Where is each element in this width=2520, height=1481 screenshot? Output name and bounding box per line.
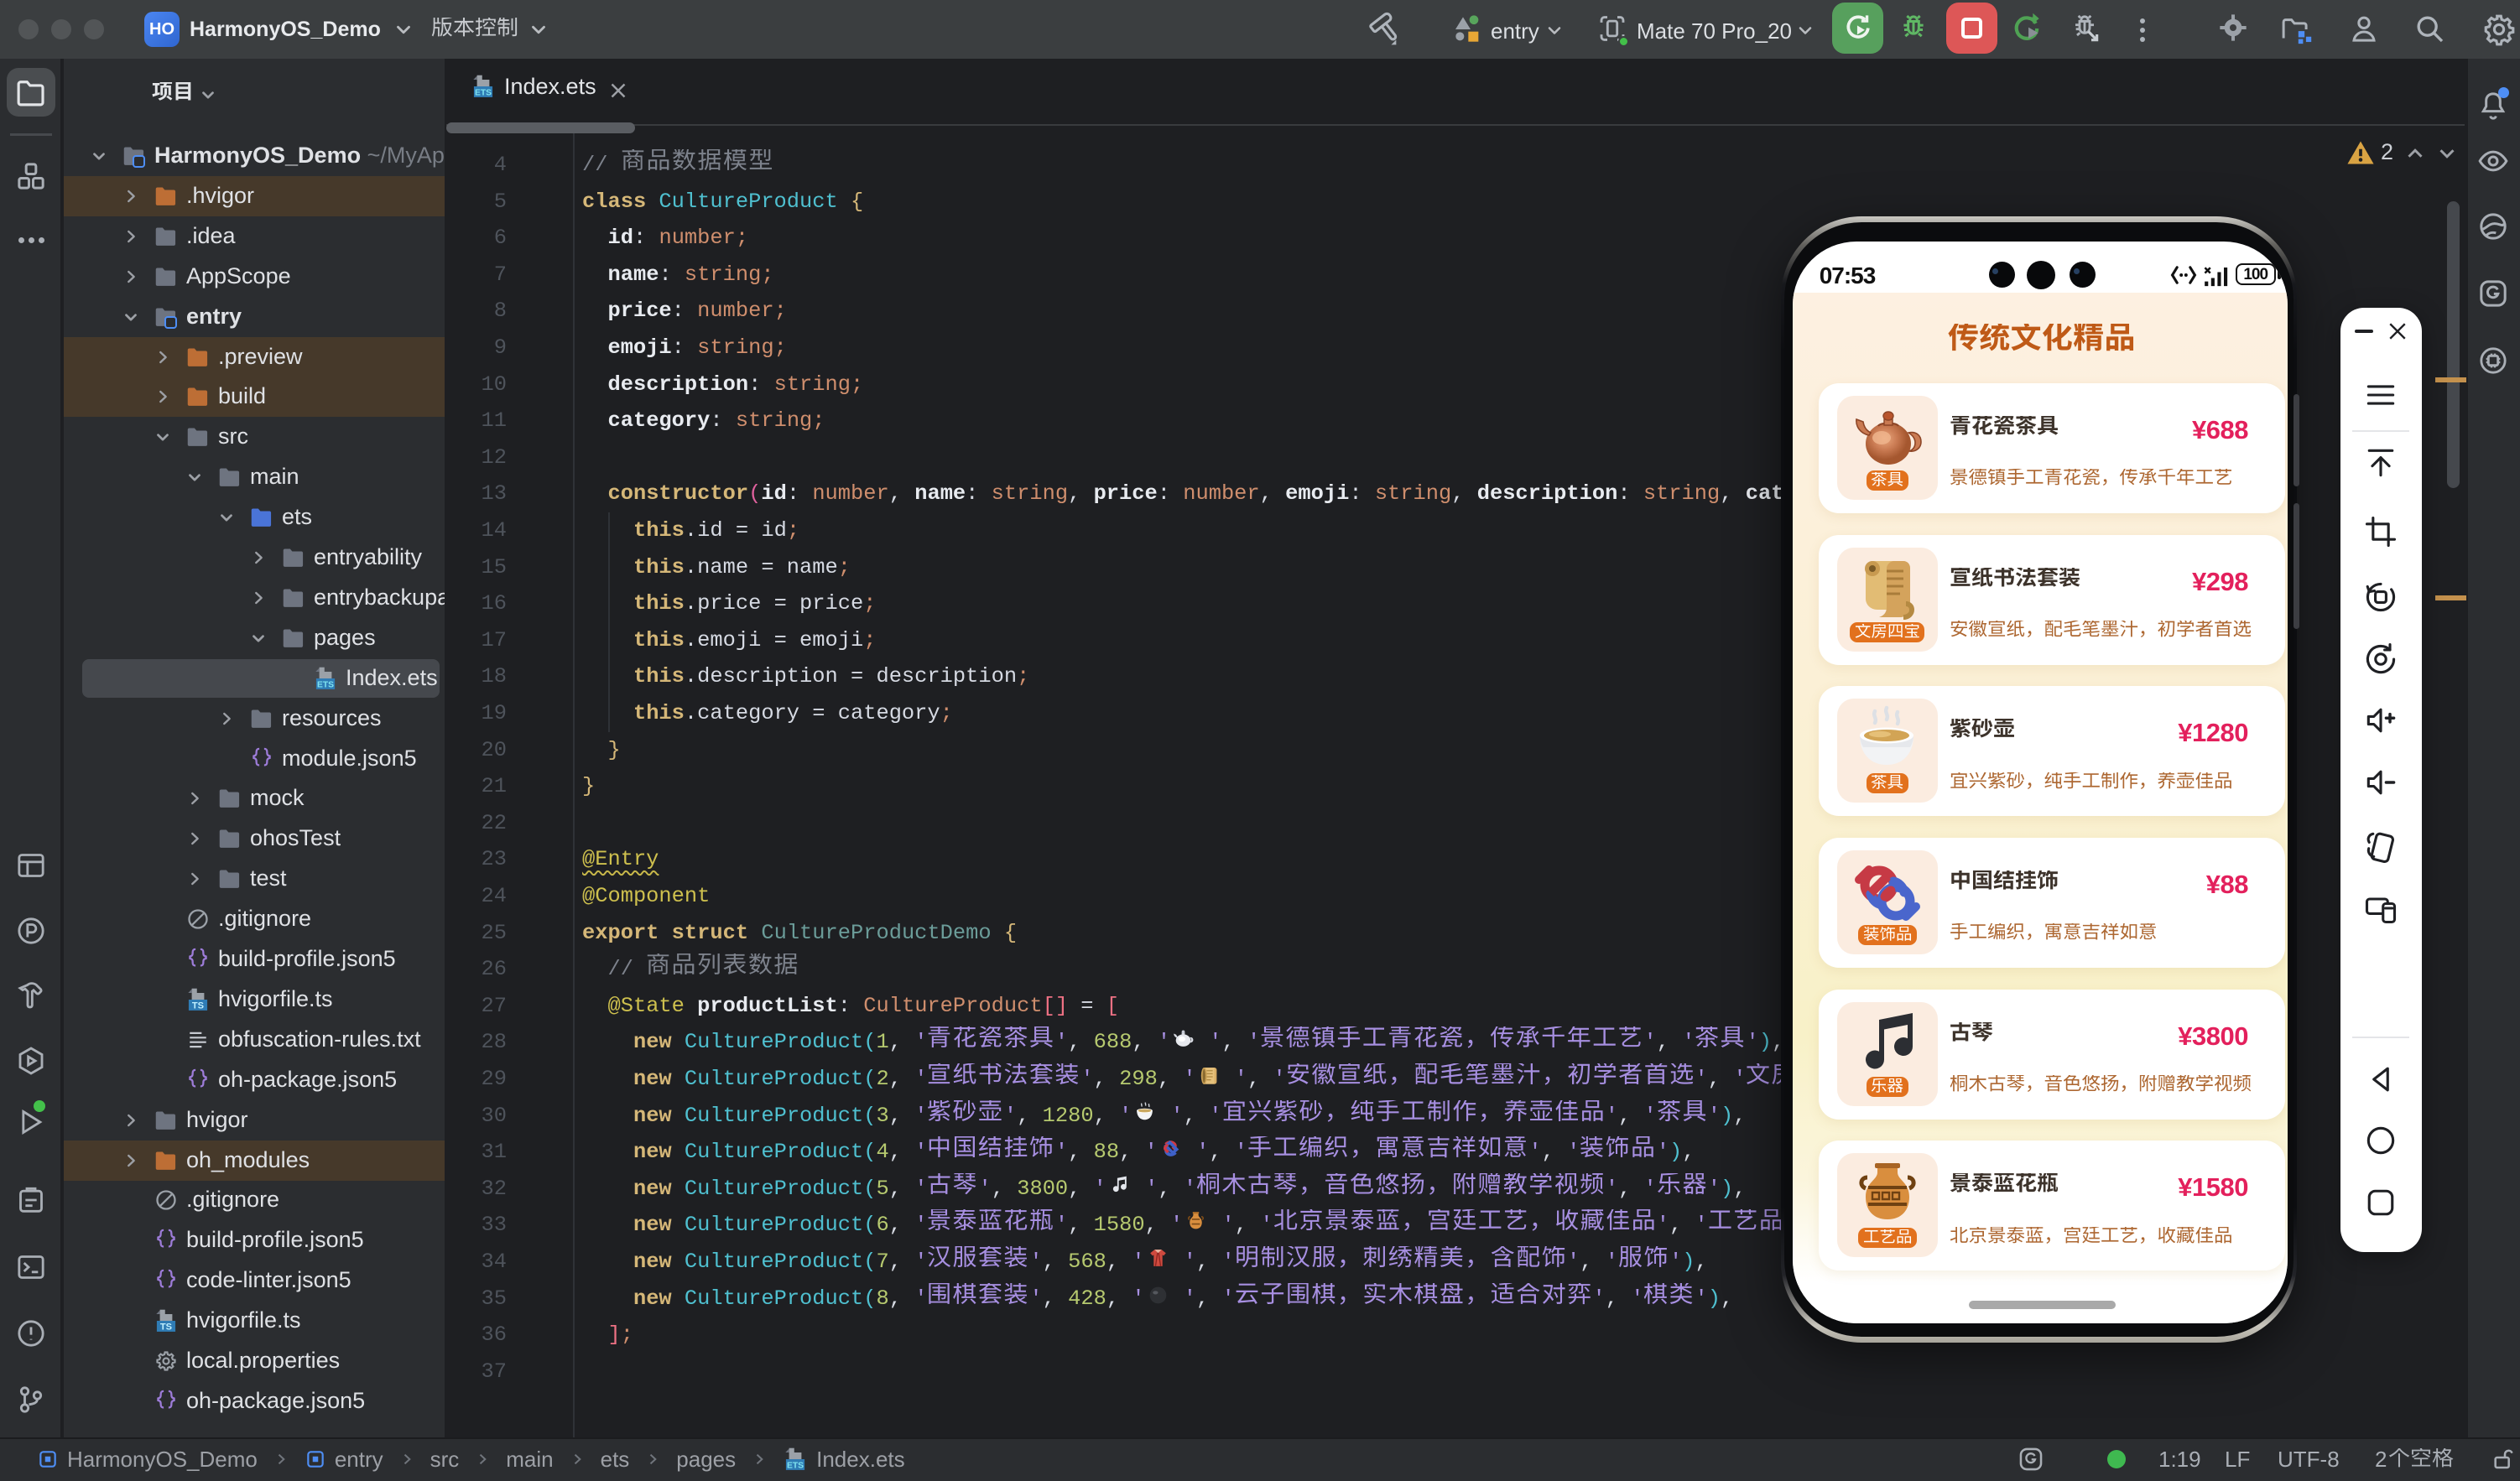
svg-text:TS: TS [192, 1000, 204, 1011]
svg-text:ETS: ETS [317, 680, 334, 689]
svg-text:ETS: ETS [787, 1462, 804, 1471]
svg-text:ETS: ETS [475, 89, 492, 98]
svg-text:TS: TS [160, 1323, 172, 1333]
